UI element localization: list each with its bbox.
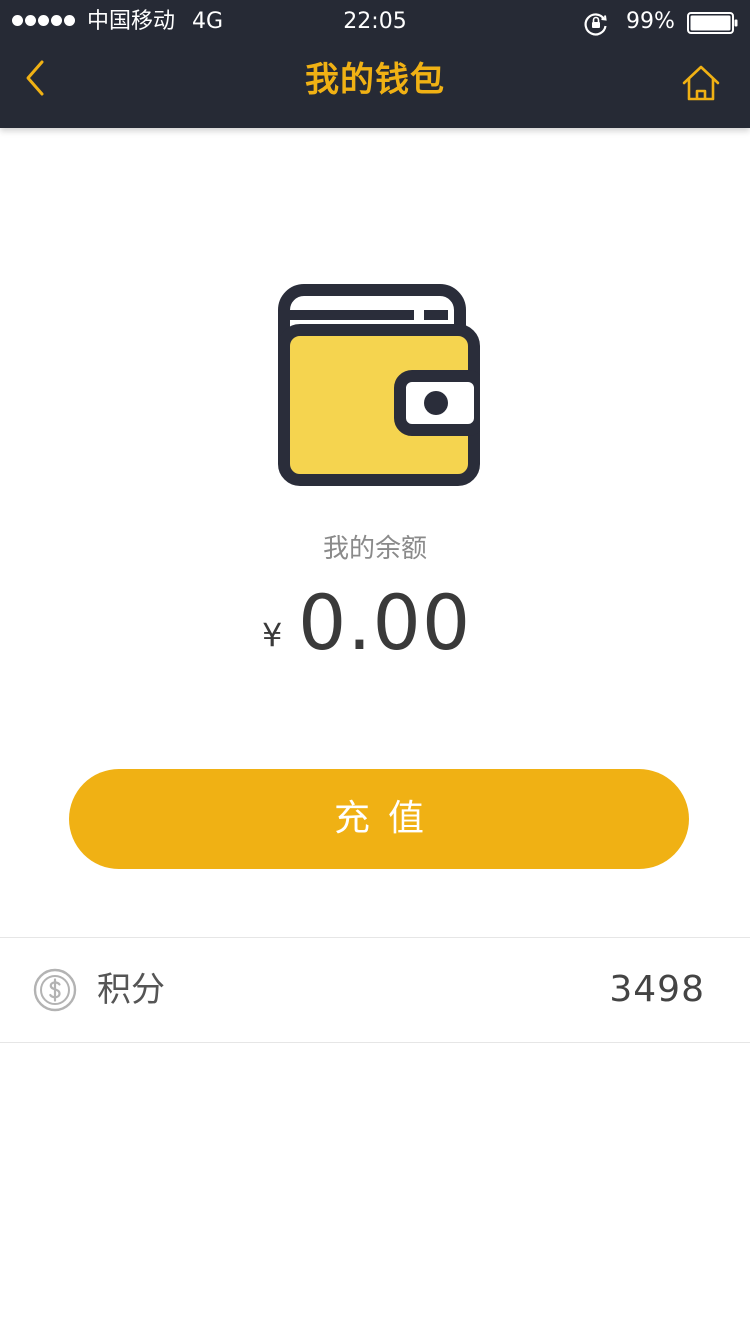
battery-icon	[687, 12, 738, 34]
status-bar: 中国移动 4G 22:05 99%	[0, 0, 750, 44]
points-label: 积分	[97, 970, 165, 1010]
dollar-coin-icon	[33, 968, 77, 1012]
balance-label: 我的余额	[322, 534, 427, 564]
balance-amount: 0.00	[298, 578, 472, 667]
rotation-lock-icon	[584, 13, 607, 36]
battery-percentage: 99%	[626, 9, 675, 34]
divider	[0, 1042, 750, 1043]
recharge-button[interactable]: 充值	[69, 769, 689, 869]
home-icon[interactable]	[680, 62, 722, 104]
page-title: 我的钱包	[305, 60, 445, 100]
wallet-icon	[278, 284, 480, 486]
currency-symbol: ¥	[262, 616, 283, 654]
points-row[interactable]: 积分 3498	[0, 938, 750, 1042]
header: 中国移动 4G 22:05 99% 我的钱包	[0, 0, 750, 128]
points-value: 3498	[609, 969, 705, 1010]
